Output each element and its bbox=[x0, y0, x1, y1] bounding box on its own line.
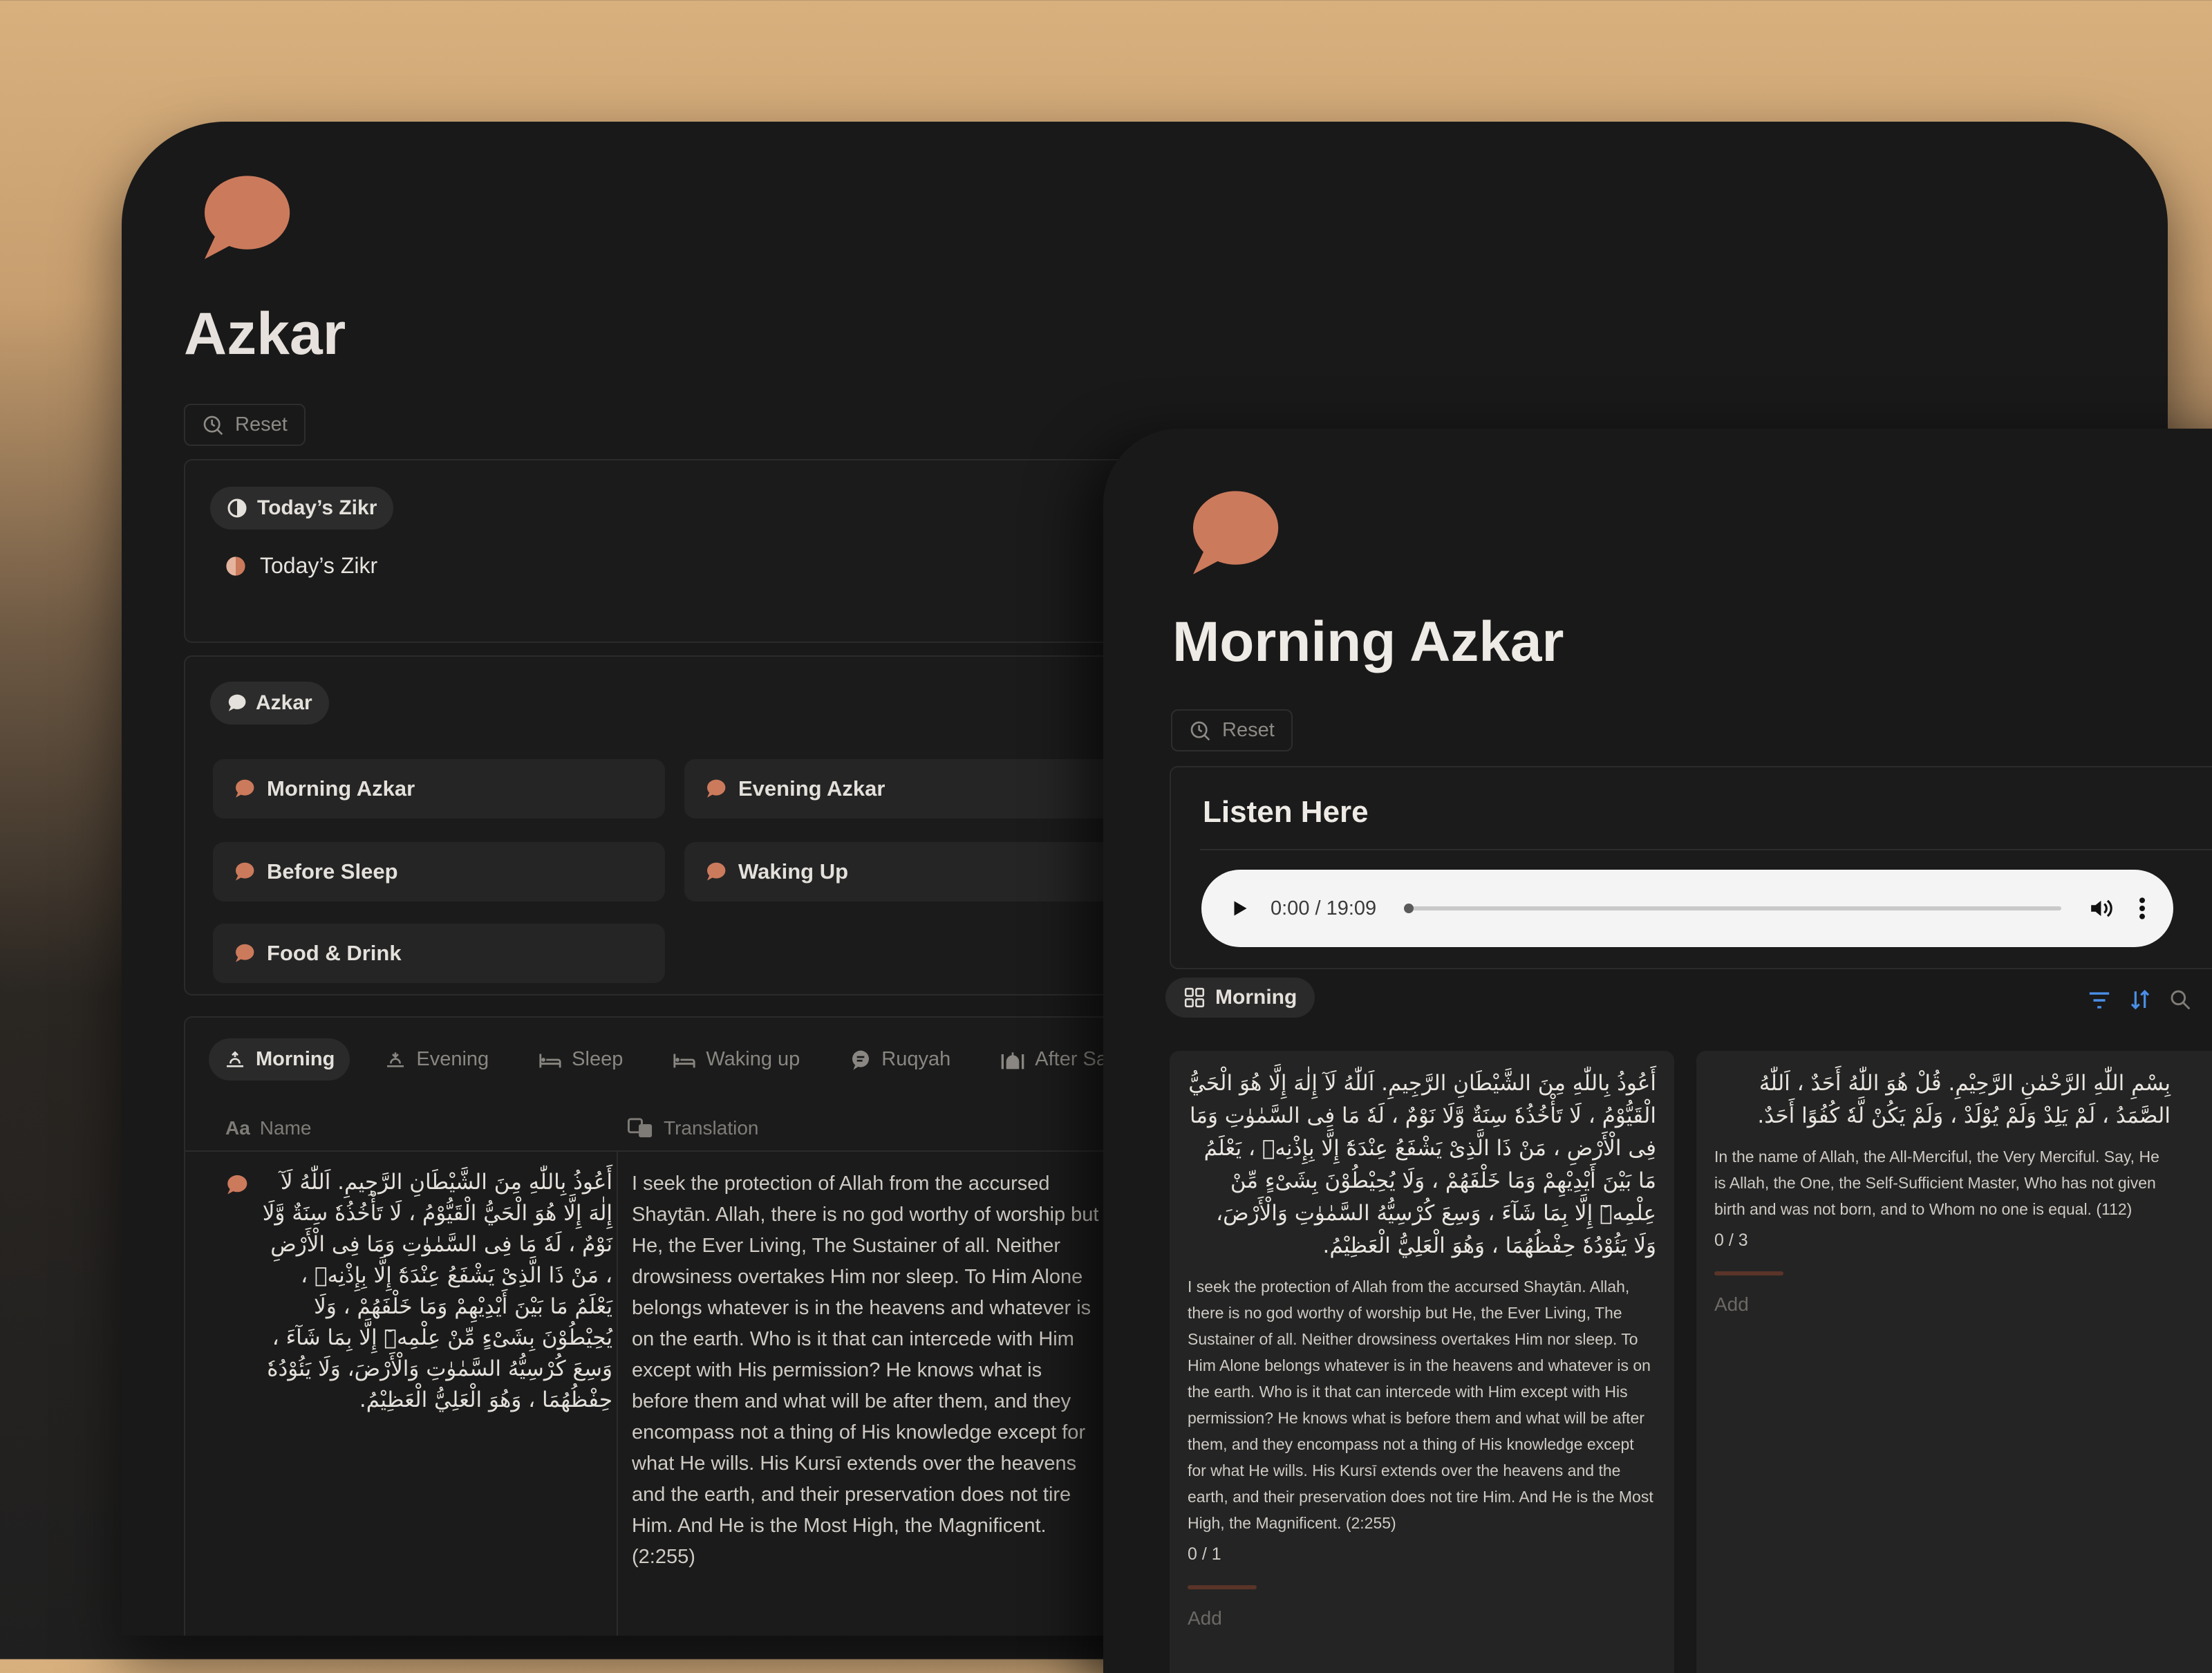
reset-label: Reset bbox=[235, 413, 288, 436]
search-icon[interactable] bbox=[2169, 989, 2191, 1011]
speech-bubble-icon bbox=[236, 779, 254, 798]
column-header-name[interactable]: Aa Name bbox=[225, 1117, 312, 1139]
reset-icon bbox=[1190, 721, 1210, 740]
tab-label: Sleep bbox=[572, 1048, 624, 1070]
mosque-icon bbox=[1001, 1052, 1024, 1069]
count-progress-bar bbox=[1714, 1271, 1783, 1275]
tile-label: Food & Drink bbox=[267, 941, 402, 965]
bed-icon bbox=[673, 1054, 695, 1067]
tile-label: Evening Azkar bbox=[738, 776, 885, 801]
reset-button[interactable]: Reset bbox=[1171, 709, 1293, 751]
tab-waking-up[interactable]: Waking up bbox=[657, 1038, 815, 1081]
speech-bubble-icon bbox=[228, 694, 246, 711]
gallery-grid-icon bbox=[1184, 987, 1205, 1008]
listen-card: Listen Here 0:00 / 19:09 bbox=[1170, 766, 2212, 969]
gallery-card[interactable]: أَعُوذُ بِاللّٰهِ مِنَ الشَّيْطَانِ الرَ… bbox=[1170, 1051, 1674, 1673]
card-translation: I seek the protection of Allah from the … bbox=[1188, 1278, 1653, 1532]
card-count: 0 / 3 bbox=[1714, 1231, 1748, 1250]
row-translation: I seek the protection of Allah from the … bbox=[632, 1172, 1099, 1568]
tab-ruqyah[interactable]: Ruqyah bbox=[834, 1038, 966, 1081]
waking-up-link[interactable]: Waking Up bbox=[684, 842, 1136, 901]
reset-button[interactable]: Reset bbox=[184, 404, 306, 446]
page-title: Morning Azkar bbox=[1172, 610, 1564, 673]
tab-morning[interactable]: Morning bbox=[209, 1038, 350, 1081]
card-count: 0 / 1 bbox=[1188, 1544, 1221, 1564]
sunrise-icon bbox=[227, 1050, 243, 1067]
todays-zikr-link-label: Today’s Zikr bbox=[260, 553, 378, 578]
tab-label: Morning bbox=[256, 1048, 335, 1070]
gallery-card[interactable]: بِسْمِ اللّٰهِ الرَّحْمٰنِ الرَّحِيْمِ. … bbox=[1696, 1051, 2212, 1673]
view-tabs: Morning Evening Sleep Waking up Ruqyah A… bbox=[209, 1038, 1150, 1081]
column-label: Name bbox=[259, 1117, 312, 1139]
azkar-chip[interactable]: Azkar bbox=[210, 682, 329, 725]
half-moon-icon bbox=[227, 498, 247, 518]
evening-azkar-link[interactable]: Evening Azkar bbox=[684, 759, 1136, 819]
play-icon[interactable] bbox=[1229, 898, 1250, 919]
sort-icon[interactable] bbox=[2129, 989, 2151, 1011]
text-type-icon: Aa bbox=[225, 1117, 250, 1139]
todays-zikr-chip[interactable]: Today’s Zikr bbox=[210, 487, 394, 530]
sunset-icon bbox=[387, 1052, 404, 1067]
tab-label: Waking up bbox=[706, 1048, 800, 1070]
listen-title: Listen Here bbox=[1203, 795, 1369, 829]
speech-bubble-icon bbox=[707, 862, 726, 881]
volume-icon[interactable] bbox=[2089, 897, 2115, 920]
page-title: Azkar bbox=[184, 301, 346, 367]
speech-bubble-icon bbox=[707, 779, 726, 798]
speech-bubble-icon bbox=[236, 862, 254, 881]
tab-label: Ruqyah bbox=[881, 1048, 951, 1070]
column-header-translation[interactable]: Translation bbox=[628, 1117, 758, 1139]
more-options-icon[interactable] bbox=[2139, 897, 2146, 920]
bed-icon bbox=[539, 1054, 561, 1067]
audio-player[interactable]: 0:00 / 19:09 bbox=[1201, 870, 2173, 947]
count-progress-bar bbox=[1188, 1585, 1257, 1589]
seek-knob[interactable] bbox=[1404, 904, 1414, 913]
tab-evening[interactable]: Evening bbox=[369, 1038, 504, 1081]
column-divider bbox=[617, 1150, 618, 1636]
tab-sleep[interactable]: Sleep bbox=[523, 1038, 638, 1081]
add-button[interactable]: Add bbox=[1714, 1293, 2212, 1316]
audio-seek-bar[interactable] bbox=[1404, 904, 2061, 913]
card-arabic-text: أَعُوذُ بِاللّٰهِ مِنَ الشَّيْطَانِ الرَ… bbox=[1188, 1071, 1656, 1258]
column-label: Translation bbox=[664, 1117, 759, 1139]
audio-time: 0:00 / 19:09 bbox=[1271, 897, 1377, 919]
listen-divider bbox=[1200, 849, 2212, 850]
todays-zikr-link[interactable]: Today’s Zikr bbox=[224, 553, 377, 579]
morning-azkar-window: Morning Azkar Reset Listen Here 0:00 / 1… bbox=[1103, 429, 2212, 1673]
reset-icon bbox=[203, 415, 223, 435]
morning-azkar-link[interactable]: Morning Azkar bbox=[213, 759, 665, 819]
speech-bubble-icon bbox=[236, 944, 254, 962]
speech-bubble-icon bbox=[205, 176, 290, 259]
tile-label: Morning Azkar bbox=[267, 776, 415, 801]
filter-icon[interactable] bbox=[2088, 990, 2111, 1011]
food-drink-link[interactable]: Food & Drink bbox=[213, 924, 665, 983]
tile-label: Before Sleep bbox=[267, 859, 398, 884]
reset-label: Reset bbox=[1222, 719, 1275, 741]
add-button[interactable]: Add bbox=[1188, 1607, 1656, 1629]
speech-bubble-icon bbox=[1193, 491, 1279, 574]
tile-label: Waking Up bbox=[738, 859, 849, 884]
view-chip-label: Morning bbox=[1215, 986, 1297, 1009]
tab-label: Evening bbox=[416, 1048, 489, 1070]
quote-bubble-icon bbox=[852, 1050, 870, 1070]
todays-zikr-chip-label: Today’s Zikr bbox=[257, 496, 377, 519]
card-translation: In the name of Allah, the All-Merciful, … bbox=[1714, 1148, 2159, 1218]
table-row[interactable]: أَعُوذُ بِاللّٰهِ مِنَ الشَّيْطَانِ الرَ… bbox=[225, 1167, 612, 1416]
translate-icon bbox=[628, 1118, 653, 1138]
speech-bubble-icon bbox=[227, 1175, 247, 1195]
row-name-arabic: أَعُوذُ بِاللّٰهِ مِنَ الشَّيْطَانِ الرَ… bbox=[262, 1170, 612, 1412]
card-arabic-text: بِسْمِ اللّٰهِ الرَّحْمٰنِ الرَّحِيْمِ. … bbox=[1757, 1071, 2171, 1128]
azkar-chip-label: Azkar bbox=[256, 691, 312, 714]
half-moon-icon bbox=[226, 556, 245, 576]
before-sleep-link[interactable]: Before Sleep bbox=[213, 842, 665, 901]
view-morning-chip[interactable]: Morning bbox=[1165, 978, 1315, 1018]
